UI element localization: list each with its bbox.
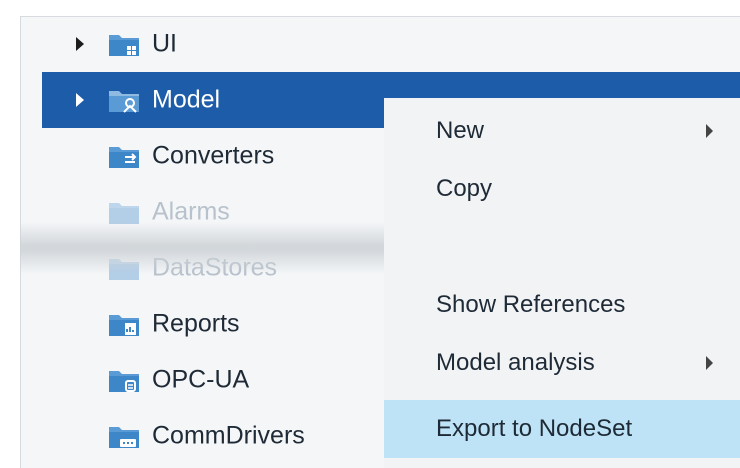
menu-item-model-analysis[interactable]: Model analysis [384,334,740,392]
menu-item-label: New [436,117,485,144]
tree-item-label: UI [152,29,177,58]
converters-folder-icon [109,147,139,168]
tree-item-label: Model [152,85,221,114]
menu-item-label: Copy [436,175,493,202]
model-folder-icon [109,91,139,113]
opcua-folder-icon [109,371,139,392]
screenshot-frame: UI Model Converters Alarms Reports OPC-U… [0,0,740,468]
menu-item-label: Show References [436,291,626,318]
tree-item-label: CommDrivers [152,421,305,450]
menu-item-label: Export to NodeSet [436,415,633,442]
submenu-arrow-icon [706,124,713,138]
menu-item-show-references[interactable]: Show References [384,276,740,334]
menu-item-label: Model analysis [436,349,595,376]
menu-item-export-to-nodeset[interactable]: Export to NodeSet [384,400,740,458]
ui-folder-icon [109,35,139,56]
menu-item-new[interactable]: New [384,102,740,160]
tree-item-ui[interactable]: UI [42,16,740,72]
commdrivers-folder-icon [109,427,139,448]
submenu-arrow-icon [706,356,713,370]
menu-item-copy[interactable]: Copy [384,160,740,218]
expand-arrow-icon[interactable] [76,93,84,107]
tree-item-label: Reports [152,309,240,338]
tree-item-label: Converters [152,141,275,170]
tree-item-label: OPC-UA [152,365,250,394]
context-menu: New Copy Show References Model analysis … [384,98,740,468]
reports-folder-icon [109,315,139,336]
expand-arrow-icon[interactable] [76,37,84,51]
